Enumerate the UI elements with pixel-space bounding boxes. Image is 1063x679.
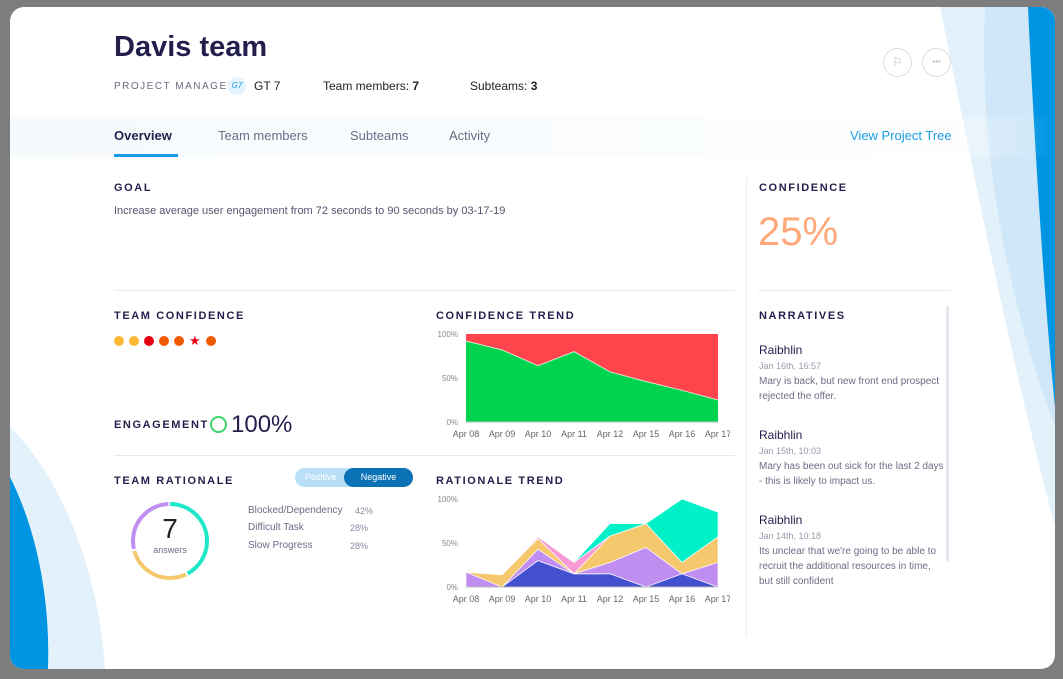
- confidence-dot: [174, 336, 184, 346]
- divider: [114, 290, 735, 291]
- confidence-trend-chart: 0% 50% 100% Apr 08 Apr 09 Apr 10 Apr 11 Apr 12 A…: [438, 330, 730, 439]
- x-tick-label: Apr 09: [489, 429, 516, 439]
- rationale-trend-chart: 0% 50% 100% Apr 08 Apr 09 Apr 10 Apr 11 Apr 12 A…: [438, 495, 730, 604]
- x-tick-label: Apr 17: [705, 429, 730, 439]
- team-rationale-heading: TEAM RATIONALE: [114, 475, 234, 487]
- toggle-positive[interactable]: Positive: [305, 472, 337, 482]
- rationale-label: Slow Progress: [248, 540, 313, 551]
- flag-button[interactable]: ⚐: [883, 48, 912, 77]
- narrative-author: Raibhlin: [759, 513, 803, 527]
- tab-activity[interactable]: Activity: [449, 128, 490, 143]
- subteams-count: 3: [530, 79, 538, 93]
- x-tick-label: Apr 09: [489, 594, 516, 604]
- confidence-dot: [144, 336, 154, 346]
- project-manager-label: PROJECT MANAGER:: [114, 81, 241, 92]
- goal-heading: GOAL: [114, 182, 153, 194]
- tab-overview[interactable]: Overview: [114, 128, 172, 143]
- x-tick-label: Apr 17: [705, 594, 730, 604]
- toggle-negative[interactable]: Negative: [344, 468, 413, 487]
- x-tick-label: Apr 11: [561, 429, 587, 439]
- confidence-heading: CONFIDENCE: [759, 182, 848, 194]
- x-tick-label: Apr 12: [597, 594, 624, 604]
- x-tick-label: Apr 10: [525, 594, 552, 604]
- avatar[interactable]: G7: [228, 77, 246, 95]
- engagement-value: 100%: [231, 411, 293, 438]
- narratives-scrollbar[interactable]: [946, 306, 949, 562]
- narrative-text: Mary has been out sick for the last 2 da…: [759, 461, 944, 487]
- project-manager-name[interactable]: GT 7: [254, 79, 280, 93]
- more-button[interactable]: •••: [922, 48, 951, 77]
- answers-count: 7: [162, 513, 178, 544]
- y-tick-label: 0%: [446, 418, 458, 427]
- narrative-text: Mary is back, but new front end prospect…: [759, 376, 940, 402]
- confidence-dots: ★: [114, 333, 221, 348]
- confidence-trend-title: CONFIDENCE TREND: [436, 310, 576, 322]
- narrative-date: Jan 14th, 10:18: [759, 531, 822, 541]
- x-tick-label: Apr 12: [597, 429, 624, 439]
- divider: [746, 178, 747, 636]
- divider: [758, 290, 951, 291]
- narrative-text: Its unclear that we're going to be able …: [759, 546, 937, 587]
- confidence-dot: [114, 336, 124, 346]
- flag-icon: ⚐: [892, 55, 903, 69]
- narrative-date: Jan 15th, 10:03: [759, 446, 822, 456]
- rationale-pct: 42%: [355, 506, 374, 516]
- y-tick-label: 0%: [446, 583, 458, 592]
- team-confidence-heading: TEAM CONFIDENCE: [114, 310, 245, 322]
- engagement-heading: ENGAGEMENT: [114, 419, 209, 431]
- more-icon: •••: [932, 57, 941, 66]
- narrative-date: Jan 16th, 16:57: [759, 361, 822, 371]
- team-members-count: 7: [412, 79, 420, 93]
- x-tick-label: Apr 11: [561, 594, 587, 604]
- rationale-trend-title: RATIONALE TREND: [436, 475, 565, 487]
- x-tick-label: Apr 08: [453, 429, 480, 439]
- narratives-heading: NARRATIVES: [759, 310, 846, 322]
- x-tick-label: Apr 15: [633, 594, 660, 604]
- confidence-star-icon: ★: [189, 333, 201, 348]
- rationale-label: Difficult Task: [248, 522, 304, 533]
- engagement-ring-icon: [210, 416, 227, 433]
- x-tick-label: Apr 10: [525, 429, 552, 439]
- y-tick-label: 100%: [438, 495, 458, 504]
- confidence-dot: [205, 336, 216, 346]
- x-tick-label: Apr 08: [453, 594, 480, 604]
- narrative-author: Raibhlin: [759, 343, 803, 357]
- x-tick-label: Apr 16: [669, 429, 696, 439]
- goal-text: Increase average user engagement from 72…: [114, 205, 506, 217]
- subteams-label: Subteams:: [470, 79, 528, 93]
- answers-label: answers: [153, 545, 187, 555]
- rationale-toggle[interactable]: Positive Negative: [295, 468, 413, 487]
- confidence-value: 25%: [758, 210, 839, 254]
- page-title: Davis team: [114, 31, 268, 63]
- tab-subteams[interactable]: Subteams: [350, 128, 409, 143]
- tab-team-members[interactable]: Team members: [218, 128, 308, 143]
- narrative-author: Raibhlin: [759, 428, 803, 442]
- active-tab-indicator: [114, 154, 178, 157]
- confidence-dot: [159, 336, 169, 346]
- x-tick-label: Apr 15: [633, 429, 660, 439]
- rationale-label: Blocked/Dependency: [248, 505, 343, 516]
- x-tick-label: Apr 16: [669, 594, 696, 604]
- y-tick-label: 100%: [438, 330, 458, 339]
- rationale-pct: 28%: [350, 541, 369, 551]
- confidence-dot: [129, 336, 139, 346]
- y-tick-label: 50%: [442, 374, 458, 383]
- y-tick-label: 50%: [442, 539, 458, 548]
- view-project-tree-link[interactable]: View Project Tree: [850, 128, 952, 143]
- team-members-label: Team members:: [323, 79, 410, 93]
- rationale-pct: 28%: [350, 523, 369, 533]
- divider: [114, 455, 735, 456]
